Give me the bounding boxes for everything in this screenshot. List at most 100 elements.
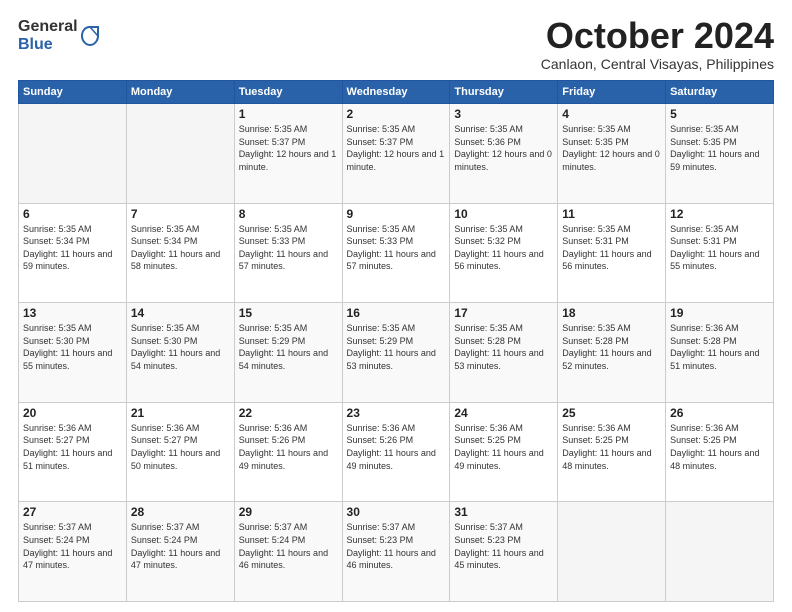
- day-number: 18: [562, 306, 661, 320]
- calendar-cell: 23Sunrise: 5:36 AMSunset: 5:26 PMDayligh…: [342, 402, 450, 502]
- day-number: 3: [454, 107, 553, 121]
- weekday-header-thursday: Thursday: [450, 81, 558, 104]
- weekday-header-monday: Monday: [126, 81, 234, 104]
- calendar-cell: 8 Sunrise: 5:35 AMSunset: 5:33 PMDaylight…: [234, 203, 342, 303]
- day-info: Sunrise: 5:35 AMSunset: 5:29 PMDaylight:…: [239, 322, 338, 372]
- day-info: Sunrise: 5:35 AMSunset: 5:29 PMDaylight:…: [347, 322, 446, 372]
- page: General Blue October 2024 Canlaon, Centr…: [0, 0, 792, 612]
- day-info: Sunrise: 5:37 AMSunset: 5:24 PMDaylight:…: [239, 521, 338, 571]
- logo-general: General: [18, 18, 78, 36]
- day-number: 19: [670, 306, 769, 320]
- calendar-table: SundayMondayTuesdayWednesdayThursdayFrid…: [18, 80, 774, 602]
- day-number: 4: [562, 107, 661, 121]
- logo: General Blue: [18, 18, 99, 53]
- calendar-cell: 10 Sunrise: 5:35 AMSunset: 5:32 PMDayligh…: [450, 203, 558, 303]
- day-info: Sunrise: 5:35 AMSunset: 5:33 PMDaylight:…: [347, 223, 446, 273]
- day-number: 31: [454, 505, 553, 519]
- day-info: Sunrise: 5:37 AMSunset: 5:23 PMDaylight:…: [347, 521, 446, 571]
- calendar-cell: [558, 502, 666, 602]
- calendar-cell: 24 Sunrise: 5:36 AMSunset: 5:25 PMDayligh…: [450, 402, 558, 502]
- day-number: 20: [23, 406, 122, 420]
- calendar-cell: 29 Sunrise: 5:37 AMSunset: 5:24 PMDayligh…: [234, 502, 342, 602]
- day-info: Sunrise: 5:36 AMSunset: 5:27 PMDaylight:…: [23, 422, 122, 472]
- calendar-cell: 31Sunrise: 5:37 AMSunset: 5:23 PMDayligh…: [450, 502, 558, 602]
- weekday-header-friday: Friday: [558, 81, 666, 104]
- weekday-header-tuesday: Tuesday: [234, 81, 342, 104]
- day-info: Sunrise: 5:35 AMSunset: 5:31 PMDaylight:…: [562, 223, 661, 273]
- day-number: 12: [670, 207, 769, 221]
- day-info: Sunrise: 5:37 AMSunset: 5:24 PMDaylight:…: [131, 521, 230, 571]
- day-number: 29: [239, 505, 338, 519]
- day-info: Sunrise: 5:36 AMSunset: 5:26 PMDaylight:…: [239, 422, 338, 472]
- day-info: Sunrise: 5:35 AMSunset: 5:34 PMDaylight:…: [23, 223, 122, 273]
- weekday-header-sunday: Sunday: [19, 81, 127, 104]
- calendar-cell: 21 Sunrise: 5:36 AMSunset: 5:27 PMDayligh…: [126, 402, 234, 502]
- day-number: 25: [562, 406, 661, 420]
- day-number: 27: [23, 505, 122, 519]
- day-info: Sunrise: 5:37 AMSunset: 5:24 PMDaylight:…: [23, 521, 122, 571]
- weekday-header-row: SundayMondayTuesdayWednesdayThursdayFrid…: [19, 81, 774, 104]
- day-number: 30: [347, 505, 446, 519]
- day-info: Sunrise: 5:36 AMSunset: 5:25 PMDaylight:…: [562, 422, 661, 472]
- location: Canlaon, Central Visayas, Philippines: [541, 56, 774, 72]
- calendar-cell: 12 Sunrise: 5:35 AMSunset: 5:31 PMDayligh…: [666, 203, 774, 303]
- day-number: 9: [347, 207, 446, 221]
- calendar-cell: [19, 104, 127, 204]
- calendar-cell: 13 Sunrise: 5:35 AMSunset: 5:30 PMDayligh…: [19, 303, 127, 403]
- day-number: 2: [347, 107, 446, 121]
- day-number: 26: [670, 406, 769, 420]
- day-info: Sunrise: 5:35 AMSunset: 5:37 PMDaylight:…: [239, 123, 338, 173]
- logo-blue: Blue: [18, 36, 78, 54]
- calendar-cell: 2 Sunrise: 5:35 AMSunset: 5:37 PMDaylight…: [342, 104, 450, 204]
- calendar-cell: 22Sunrise: 5:36 AMSunset: 5:26 PMDayligh…: [234, 402, 342, 502]
- calendar-cell: 28 Sunrise: 5:37 AMSunset: 5:24 PMDayligh…: [126, 502, 234, 602]
- weekday-header-wednesday: Wednesday: [342, 81, 450, 104]
- calendar-cell: 1Sunrise: 5:35 AMSunset: 5:37 PMDaylight…: [234, 104, 342, 204]
- day-info: Sunrise: 5:35 AMSunset: 5:37 PMDaylight:…: [347, 123, 446, 173]
- logo-text: General Blue: [18, 18, 78, 53]
- logo-icon: [81, 25, 99, 47]
- day-number: 21: [131, 406, 230, 420]
- day-info: Sunrise: 5:35 AMSunset: 5:32 PMDaylight:…: [454, 223, 553, 273]
- day-info: Sunrise: 5:35 AMSunset: 5:35 PMDaylight:…: [670, 123, 769, 173]
- day-number: 7: [131, 207, 230, 221]
- calendar-cell: 27 Sunrise: 5:37 AMSunset: 5:24 PMDayligh…: [19, 502, 127, 602]
- day-info: Sunrise: 5:36 AMSunset: 5:28 PMDaylight:…: [670, 322, 769, 372]
- day-info: Sunrise: 5:35 AMSunset: 5:35 PMDaylight:…: [562, 123, 661, 173]
- day-info: Sunrise: 5:35 AMSunset: 5:34 PMDaylight:…: [131, 223, 230, 273]
- day-number: 10: [454, 207, 553, 221]
- weekday-header-saturday: Saturday: [666, 81, 774, 104]
- day-info: Sunrise: 5:35 AMSunset: 5:36 PMDaylight:…: [454, 123, 553, 173]
- day-info: Sunrise: 5:35 AMSunset: 5:30 PMDaylight:…: [23, 322, 122, 372]
- calendar-cell: 17Sunrise: 5:35 AMSunset: 5:28 PMDayligh…: [450, 303, 558, 403]
- day-info: Sunrise: 5:36 AMSunset: 5:25 PMDaylight:…: [454, 422, 553, 472]
- calendar-cell: 5 Sunrise: 5:35 AMSunset: 5:35 PMDaylight…: [666, 104, 774, 204]
- header: General Blue October 2024 Canlaon, Centr…: [18, 18, 774, 72]
- week-row-2: 13 Sunrise: 5:35 AMSunset: 5:30 PMDayligh…: [19, 303, 774, 403]
- day-number: 17: [454, 306, 553, 320]
- day-info: Sunrise: 5:35 AMSunset: 5:30 PMDaylight:…: [131, 322, 230, 372]
- day-number: 6: [23, 207, 122, 221]
- day-number: 11: [562, 207, 661, 221]
- calendar-cell: 16 Sunrise: 5:35 AMSunset: 5:29 PMDayligh…: [342, 303, 450, 403]
- calendar-cell: 18Sunrise: 5:35 AMSunset: 5:28 PMDayligh…: [558, 303, 666, 403]
- calendar-cell: 4 Sunrise: 5:35 AMSunset: 5:35 PMDaylight…: [558, 104, 666, 204]
- day-number: 16: [347, 306, 446, 320]
- calendar-cell: 26 Sunrise: 5:36 AMSunset: 5:25 PMDayligh…: [666, 402, 774, 502]
- day-number: 5: [670, 107, 769, 121]
- day-number: 8: [239, 207, 338, 221]
- calendar-cell: 7 Sunrise: 5:35 AMSunset: 5:34 PMDaylight…: [126, 203, 234, 303]
- day-info: Sunrise: 5:36 AMSunset: 5:27 PMDaylight:…: [131, 422, 230, 472]
- day-info: Sunrise: 5:35 AMSunset: 5:31 PMDaylight:…: [670, 223, 769, 273]
- day-number: 13: [23, 306, 122, 320]
- week-row-4: 27 Sunrise: 5:37 AMSunset: 5:24 PMDayligh…: [19, 502, 774, 602]
- calendar-cell: [666, 502, 774, 602]
- day-info: Sunrise: 5:36 AMSunset: 5:25 PMDaylight:…: [670, 422, 769, 472]
- calendar-cell: 9 Sunrise: 5:35 AMSunset: 5:33 PMDaylight…: [342, 203, 450, 303]
- day-info: Sunrise: 5:35 AMSunset: 5:33 PMDaylight:…: [239, 223, 338, 273]
- calendar-cell: [126, 104, 234, 204]
- title-block: October 2024 Canlaon, Central Visayas, P…: [541, 18, 774, 72]
- calendar-cell: 15Sunrise: 5:35 AMSunset: 5:29 PMDayligh…: [234, 303, 342, 403]
- day-number: 28: [131, 505, 230, 519]
- day-number: 24: [454, 406, 553, 420]
